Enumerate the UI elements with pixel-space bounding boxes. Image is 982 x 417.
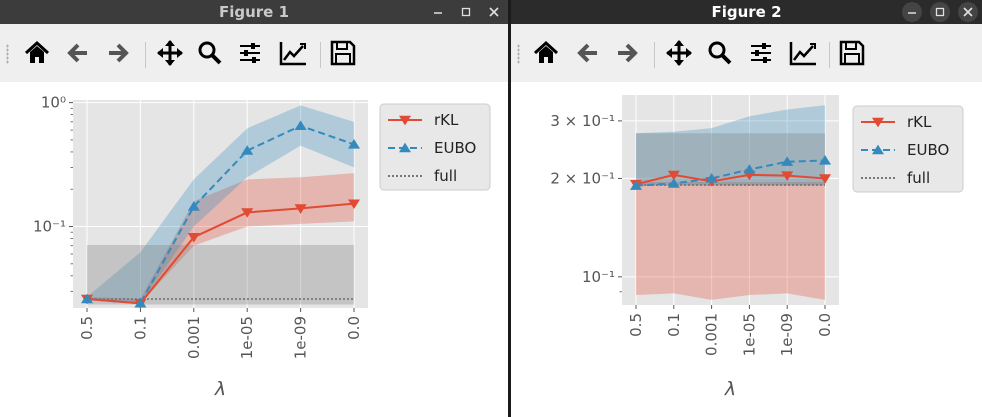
x-tick-label: 1e-09 [292,316,310,359]
x-tick-label: 1e-05 [238,316,256,359]
configure-subplots-button[interactable] [746,38,776,68]
edit-axis-icon [279,42,306,66]
x-tick-label: 0.5 [627,313,645,337]
save-button[interactable] [328,38,358,68]
close-icon [963,7,973,17]
legend-label-rkl: rKL [434,111,459,129]
toolbar-separator [654,42,655,68]
home-button[interactable] [22,38,52,68]
confidence-band-full [87,244,354,305]
figure-1-window: Figure 1 10⁻¹ 10⁰ 0.5 0.1 0.001 1e-05 1e-09 0.0… [0,0,508,417]
close-button[interactable] [484,2,504,22]
x-axis-label: λ [724,378,736,400]
pan-button[interactable] [155,38,185,68]
figure-canvas[interactable]: 10⁻¹ 10⁰ 0.5 0.1 0.001 1e-05 1e-09 0.0 λ rKL EUBO f… [0,82,508,417]
x-tick-label: 0.1 [131,316,149,340]
minimize-button[interactable] [428,2,448,22]
x-tick-label: 0.0 [816,313,834,337]
pan-button[interactable] [664,38,694,68]
maximize-button[interactable] [930,2,950,22]
toolbar-separator [145,42,146,68]
x-axis-label: λ [214,378,226,400]
x-tick-label: 0.001 [185,316,203,359]
figure-2-window: Figure 2 10⁻¹ 2 × 10⁻¹ 3 × 10⁻¹ 0.5 0.1 0.001… [511,0,982,417]
edit-axis-icon [789,42,816,66]
confidence-band-rkl [636,182,825,300]
edit-axis-button[interactable] [788,38,818,68]
back-button[interactable] [63,38,93,68]
minimize-icon [908,12,916,14]
legend-label-full: full [907,169,930,187]
window-controls [428,0,504,24]
window-titlebar[interactable]: Figure 1 [0,0,508,24]
pan-icon [666,40,692,66]
save-icon [839,40,865,66]
maximize-icon [935,7,945,17]
y-tick-label: 2 × 10⁻¹ [550,169,615,187]
home-icon [533,40,559,63]
zoom-button[interactable] [195,38,225,68]
maximize-button[interactable] [456,2,476,22]
toolbar-grip[interactable] [517,44,520,64]
minimize-icon [434,12,442,14]
chart-2[interactable]: 10⁻¹ 2 × 10⁻¹ 3 × 10⁻¹ 0.5 0.1 0.001 1e-05 1e-0… [511,82,982,417]
configure-subplots-icon [240,43,260,63]
x-tick-label: 1e-09 [778,313,796,356]
window-controls [902,0,978,24]
forward-arrow-icon [109,43,129,63]
window-title: Figure 2 [711,3,782,21]
legend[interactable]: rKL EUBO full [379,103,491,191]
toolbar [0,24,508,82]
legend[interactable]: rKL EUBO full [852,105,964,193]
x-tick-label: 0.1 [665,313,683,337]
home-button[interactable] [531,38,561,68]
window-titlebar[interactable]: Figure 2 [511,0,982,24]
toolbar-separator [320,42,321,68]
window-title: Figure 1 [218,3,290,21]
x-tick-label: 1e-05 [740,313,758,356]
save-icon [330,40,356,66]
maximize-icon [461,7,471,17]
forward-arrow-icon [618,43,638,63]
x-tick-label: 0.001 [703,313,721,356]
y-tick-label: 3 × 10⁻¹ [550,112,615,130]
zoom-button[interactable] [705,38,735,68]
save-button[interactable] [837,38,867,68]
legend-label-eubo: EUBO [434,139,476,157]
legend-label-rkl: rKL [907,113,932,131]
y-tick-label: 10⁰ [41,94,66,112]
toolbar-separator [829,42,830,68]
zoom-icon [708,41,732,65]
chart-1[interactable]: 10⁻¹ 10⁰ 0.5 0.1 0.001 1e-05 1e-09 0.0 λ rKL EUBO f… [0,82,508,417]
legend-label-full: full [434,167,457,185]
y-tick-label: 10⁻¹ [33,218,66,236]
back-button[interactable] [573,38,603,68]
toolbar-grip[interactable] [6,44,9,64]
configure-subplots-icon [751,43,771,63]
configure-subplots-button[interactable] [235,38,265,68]
close-icon [489,7,499,17]
zoom-icon [198,41,222,65]
close-button[interactable] [958,2,978,22]
home-icon [24,40,50,63]
y-tick-label: 10⁻¹ [582,268,615,286]
back-arrow-icon [577,43,597,63]
figure-canvas[interactable]: 10⁻¹ 2 × 10⁻¹ 3 × 10⁻¹ 0.5 0.1 0.001 1e-05 1e-0… [511,82,982,417]
legend-label-eubo: EUBO [907,141,949,159]
forward-button[interactable] [103,38,133,68]
forward-button[interactable] [612,38,642,68]
back-arrow-icon [67,43,87,63]
x-tick-label: 0.5 [78,316,96,340]
toolbar [511,24,982,82]
minimize-button[interactable] [902,2,922,22]
pan-icon [157,40,183,66]
x-tick-label: 0.0 [345,316,363,340]
edit-axis-button[interactable] [278,38,308,68]
